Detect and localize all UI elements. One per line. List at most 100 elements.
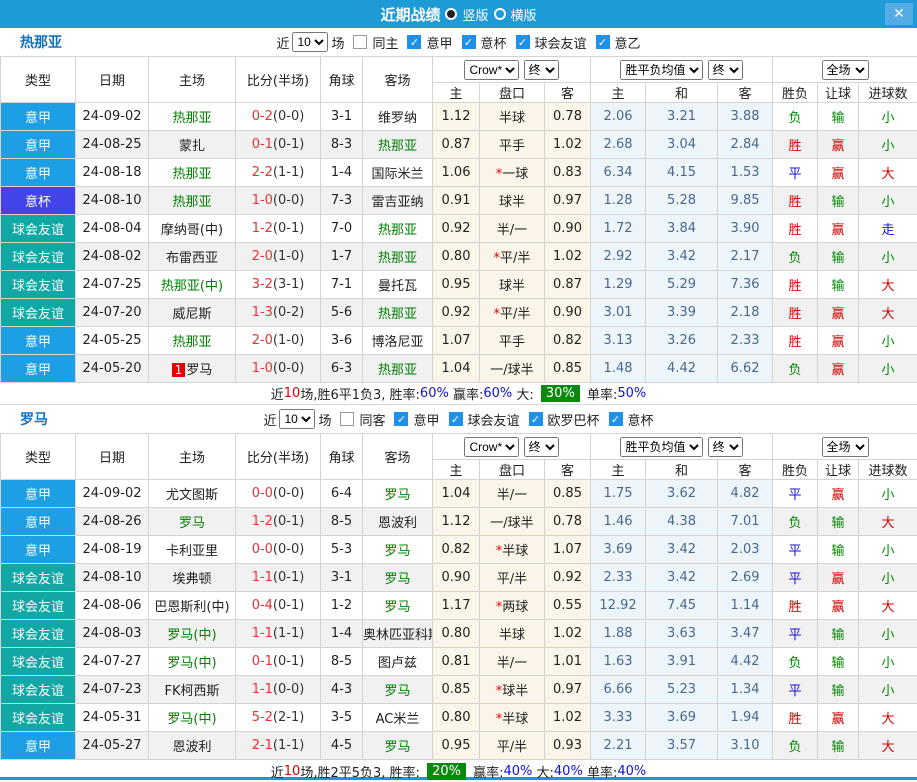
- home-team[interactable]: 罗马(中): [149, 704, 236, 732]
- home-team[interactable]: 热那亚: [149, 159, 236, 187]
- checkbox[interactable]: [340, 412, 354, 426]
- home-team[interactable]: 蒙扎: [149, 131, 236, 159]
- away-team[interactable]: 博洛尼亚: [363, 327, 433, 355]
- goals-result: 大: [859, 592, 917, 620]
- handicap: 平手: [480, 131, 545, 159]
- match-row: 意甲24-09-02尤文图斯0-0(0-0)6-4罗马1.04半/一0.851.…: [1, 480, 917, 508]
- away-team[interactable]: 罗马: [363, 676, 433, 704]
- checkbox[interactable]: ✓: [394, 412, 408, 426]
- vertical-layout-radio[interactable]: [445, 8, 457, 20]
- avg-draw: 3.91: [646, 648, 718, 676]
- home-team[interactable]: 卡利亚里: [149, 536, 236, 564]
- away-team[interactable]: 罗马: [363, 592, 433, 620]
- checkbox[interactable]: ✓: [609, 412, 623, 426]
- odds-away: 1.01: [545, 648, 591, 676]
- away-team[interactable]: 罗马: [363, 536, 433, 564]
- away-team[interactable]: 罗马: [363, 564, 433, 592]
- away-team[interactable]: 热那亚: [363, 243, 433, 271]
- away-team[interactable]: 曼托瓦: [363, 271, 433, 299]
- col-goals: 进球数: [859, 460, 917, 480]
- odds-home: 1.07: [433, 327, 480, 355]
- col-home: 主场: [149, 434, 236, 480]
- col-date: 日期: [76, 434, 149, 480]
- avg-draw: 5.23: [646, 676, 718, 704]
- away-team[interactable]: 热那亚: [363, 299, 433, 327]
- odds-home: 0.80: [433, 243, 480, 271]
- match-row: 球会友谊24-07-20威尼斯1-3(0-2)5-6热那亚0.92*平/半0.9…: [1, 299, 917, 327]
- near-count-select[interactable]: 10: [279, 409, 315, 429]
- away-team[interactable]: 恩波利: [363, 508, 433, 536]
- checkbox[interactable]: [353, 35, 367, 49]
- checkbox[interactable]: ✓: [449, 412, 463, 426]
- home-team[interactable]: 1罗马: [149, 355, 236, 383]
- away-team[interactable]: 雷吉亚纳: [363, 187, 433, 215]
- league-filter-label: 意杯: [481, 33, 507, 52]
- summary-segment: 近: [271, 762, 284, 781]
- away-team[interactable]: 热那亚: [363, 355, 433, 383]
- avg-time-select[interactable]: 终: [708, 60, 743, 80]
- home-team[interactable]: 罗马(中): [149, 620, 236, 648]
- home-team[interactable]: 热那亚: [149, 327, 236, 355]
- avg-home: 2.33: [591, 564, 646, 592]
- odds-source-select[interactable]: Crow*: [464, 437, 519, 457]
- avg-type-select[interactable]: 胜平负均值: [620, 437, 703, 457]
- home-team[interactable]: 埃弗顿: [149, 564, 236, 592]
- home-team[interactable]: 布雷西亚: [149, 243, 236, 271]
- away-team[interactable]: 热那亚: [363, 131, 433, 159]
- near-count-select[interactable]: 10: [292, 32, 328, 52]
- checkbox[interactable]: ✓: [529, 412, 543, 426]
- games-label: 场: [331, 33, 344, 52]
- home-team[interactable]: 尤文图斯: [149, 480, 236, 508]
- home-team[interactable]: 热那亚: [149, 103, 236, 131]
- avg-type-select[interactable]: 胜平负均值: [620, 60, 703, 80]
- league-type-badge: 球会友谊: [1, 271, 76, 299]
- avg-draw: 3.42: [646, 536, 718, 564]
- home-team[interactable]: FK柯西斯: [149, 676, 236, 704]
- league-type-badge: 球会友谊: [1, 592, 76, 620]
- checkbox[interactable]: ✓: [516, 35, 530, 49]
- odds-away: 0.85: [545, 355, 591, 383]
- odds-time-select[interactable]: 终: [524, 437, 559, 457]
- filter-bar: 近10场同主✓意甲✓意杯✓球会友谊✓意乙: [276, 32, 640, 52]
- away-team[interactable]: 国际米兰: [363, 159, 433, 187]
- home-team[interactable]: 巴恩斯利(中): [149, 592, 236, 620]
- scope-group-header: 全场: [773, 434, 917, 460]
- league-filter-label: 球会友谊: [535, 33, 587, 52]
- away-team[interactable]: 奥林匹亚科斯: [363, 620, 433, 648]
- avg-draw: 5.28: [646, 187, 718, 215]
- home-team[interactable]: 威尼斯: [149, 299, 236, 327]
- away-team[interactable]: 维罗纳: [363, 103, 433, 131]
- recent-results-panel: 近期战绩 竖版 横版 ✕ 热那亚 近10场同主✓意甲✓意杯✓球会友谊✓意乙 类型…: [0, 0, 917, 780]
- avg-draw: 3.21: [646, 103, 718, 131]
- avg-time-select[interactable]: 终: [708, 437, 743, 457]
- horizontal-layout-radio[interactable]: [494, 8, 506, 20]
- away-team[interactable]: 罗马: [363, 732, 433, 760]
- away-team[interactable]: 图卢兹: [363, 648, 433, 676]
- checkbox[interactable]: ✓: [462, 35, 476, 49]
- home-team[interactable]: 恩波利: [149, 732, 236, 760]
- home-team[interactable]: 摩纳哥(中): [149, 215, 236, 243]
- home-team[interactable]: 热那亚: [149, 187, 236, 215]
- avg-draw: 5.29: [646, 271, 718, 299]
- avg-away: 2.03: [718, 536, 773, 564]
- away-team[interactable]: 热那亚: [363, 215, 433, 243]
- home-team[interactable]: 热那亚(中): [149, 271, 236, 299]
- odds-source-select[interactable]: Crow*: [464, 60, 519, 80]
- home-team[interactable]: 罗马: [149, 508, 236, 536]
- away-team[interactable]: 罗马: [363, 480, 433, 508]
- odds-home: 0.81: [433, 648, 480, 676]
- col-result: 胜负: [773, 460, 818, 480]
- scope-select[interactable]: 全场: [822, 60, 869, 80]
- checkbox[interactable]: ✓: [596, 35, 610, 49]
- result: 平: [773, 536, 818, 564]
- scope-select[interactable]: 全场: [822, 437, 869, 457]
- close-icon[interactable]: ✕: [885, 3, 913, 25]
- odds-time-select[interactable]: 终: [524, 60, 559, 80]
- score: 0-1(0-1): [236, 648, 321, 676]
- goals-result: 小: [859, 131, 917, 159]
- home-team[interactable]: 罗马(中): [149, 648, 236, 676]
- checkbox[interactable]: ✓: [407, 35, 421, 49]
- away-team[interactable]: AC米兰: [363, 704, 433, 732]
- col-result: 胜负: [773, 83, 818, 103]
- match-date: 24-08-10: [76, 187, 149, 215]
